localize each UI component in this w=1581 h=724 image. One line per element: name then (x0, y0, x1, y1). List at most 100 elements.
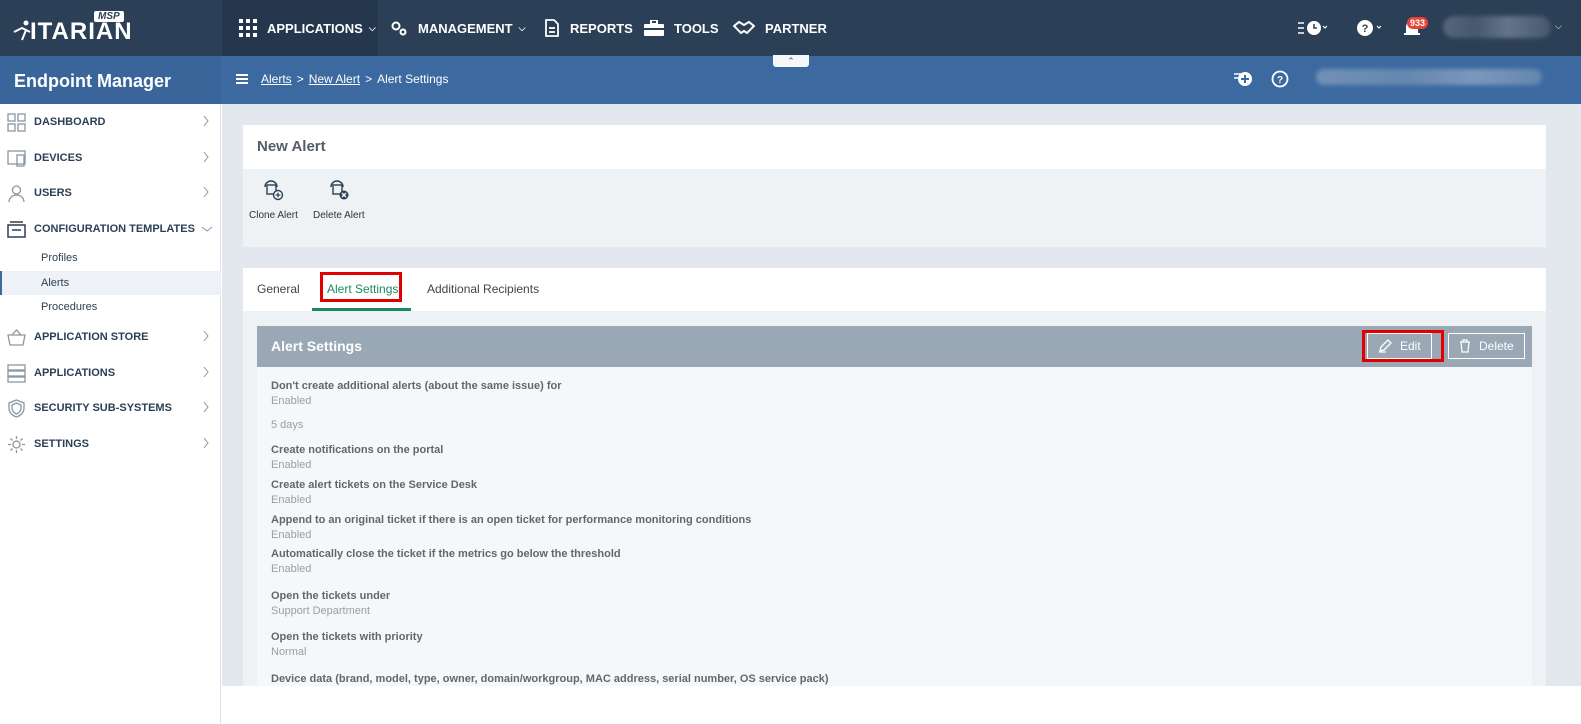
sidebar-item-dashboard[interactable]: DASHBOARD (0, 105, 221, 139)
active-tab-indicator (312, 308, 411, 311)
sidebar-subitem-profiles[interactable]: Profiles (0, 246, 221, 270)
breadcrumb-new-alert[interactable]: New Alert (309, 72, 360, 86)
notification-count-badge: 933 (1407, 17, 1429, 29)
sidebar-item-label: APPLICATION STORE (34, 331, 149, 343)
setting-row: Open the tickets with priority Normal (271, 631, 423, 658)
sidebar-subitem-label: Procedures (41, 301, 98, 313)
tab-general[interactable]: General (257, 282, 300, 296)
setting-label: Create notifications on the portal (271, 444, 444, 456)
setting-row: Append to an original ticket if there is… (271, 514, 751, 541)
chevron-right-icon (203, 186, 209, 198)
sidebar-subitem-procedures[interactable]: Procedures (0, 295, 221, 319)
nav-applications-label: APPLICATIONS (267, 20, 363, 36)
delete-button-label: Delete (1479, 339, 1514, 353)
trash-icon (1460, 339, 1470, 353)
highlight-box-edit (1362, 330, 1444, 362)
sidebar-item-label: SETTINGS (34, 438, 90, 450)
setting-value-duration: 5 days (271, 419, 304, 431)
collapse-header-button[interactable]: ⌃ (773, 55, 809, 67)
sidebar-item-label: SECURITY SUB-SYSTEMS (34, 402, 172, 414)
tab-additional-recipients[interactable]: Additional Recipients (427, 282, 539, 296)
breadcrumb: Alerts > New Alert > Alert Settings (236, 72, 448, 86)
sidebar-item-users[interactable]: USERS (0, 176, 221, 210)
setting-row: Device data (brand, model, type, owner, … (271, 673, 829, 685)
history-menu[interactable] (1298, 0, 1328, 56)
chevron-right-icon (203, 401, 209, 413)
setting-value: Enabled (271, 459, 312, 471)
clone-alert-button[interactable]: Clone Alert (249, 179, 298, 221)
tab-bar: General Alert Settings Additional Recipi… (243, 268, 1546, 311)
chevron-up-icon: ⌃ (787, 55, 795, 66)
server-icon (7, 364, 26, 383)
delete-button[interactable]: Delete (1448, 333, 1525, 359)
app-title: Endpoint Manager (14, 71, 171, 91)
nav-reports[interactable]: REPORTS (544, 0, 633, 56)
user-icon (8, 185, 25, 203)
chevron-right-icon (203, 366, 209, 378)
sidebar-subitem-label: Profiles (41, 252, 78, 264)
gears-icon (391, 21, 407, 36)
nav-tools[interactable]: TOOLS (644, 0, 719, 56)
sidebar-item-settings[interactable]: SETTINGS (0, 427, 221, 461)
sidebar-item-devices[interactable]: DEVICES (0, 141, 221, 175)
nav-reports-label: REPORTS (570, 20, 633, 36)
user-menu[interactable] (1443, 16, 1551, 38)
sidebar-item-label: USERS (34, 187, 72, 199)
sidebar-subitem-alerts[interactable]: Alerts (0, 271, 221, 295)
nav-partner-label: PARTNER (765, 20, 827, 36)
chevron-right-icon (203, 151, 209, 163)
setting-label: Open the tickets with priority (271, 631, 423, 643)
sidebar-item-application-store[interactable]: APPLICATION STORE (0, 320, 221, 354)
svg-text:?: ? (1362, 23, 1369, 35)
setting-row: Automatically close the ticket if the me… (271, 548, 621, 575)
logo-msp-badge: MSP (94, 11, 124, 22)
help-chat-icon[interactable]: ? (1271, 70, 1289, 88)
setting-value: Support Department (271, 605, 371, 617)
nav-partner[interactable]: PARTNER (733, 0, 827, 56)
page-bottom-area (222, 686, 1581, 724)
sidebar-item-label: DEVICES (34, 152, 83, 164)
sidebar-item-configuration-templates[interactable]: CONFIGURATION TEMPLATES (0, 212, 221, 246)
sidebar-item-security-sub-systems[interactable]: SECURITY SUB-SYSTEMS (0, 391, 221, 425)
setting-label: Create alert tickets on the Service Desk (271, 479, 478, 491)
basket-icon (7, 329, 26, 346)
dashboard-icon (7, 113, 26, 132)
handshake-icon (733, 20, 755, 35)
nav-applications[interactable]: APPLICATIONS ⌵ (239, 0, 376, 56)
document-icon (545, 19, 559, 37)
add-device-icon[interactable] (1233, 70, 1253, 88)
help-menu[interactable]: ? (1356, 0, 1386, 56)
chevron-down-icon: ⌵ (518, 22, 526, 33)
sidebar-subitem-label: Alerts (41, 277, 70, 289)
sidebar-item-label: APPLICATIONS (34, 367, 116, 379)
card-header: New Alert (243, 125, 1546, 169)
setting-row: Open the tickets under Support Departmen… (271, 590, 390, 617)
nav-management[interactable]: MANAGEMENT ⌵ (390, 0, 525, 56)
nav-tools-label: TOOLS (674, 20, 719, 36)
setting-value: Enabled (271, 529, 312, 541)
setting-row: Don't create additional alerts (about th… (271, 380, 562, 431)
grid-icon (239, 19, 257, 37)
history-clock-icon (1298, 21, 1328, 35)
delete-alert-button[interactable]: Delete Alert (313, 179, 365, 221)
sidebar-item-label: CONFIGURATION TEMPLATES (34, 223, 195, 235)
shield-icon (8, 399, 25, 418)
delete-alert-icon (330, 180, 349, 200)
clone-alert-label: Clone Alert (249, 210, 298, 221)
setting-value: Enabled (271, 494, 312, 506)
breadcrumb-alerts[interactable]: Alerts (261, 72, 292, 86)
setting-row: Create notifications on the portal Enabl… (271, 444, 443, 471)
account-email[interactable] (1316, 69, 1542, 85)
logo[interactable]: ITARIAN MSP (0, 0, 221, 56)
chevron-right-icon (203, 437, 209, 449)
hamburger-icon[interactable] (236, 74, 248, 84)
chevron-down-icon (201, 226, 213, 232)
delete-alert-label: Delete Alert (313, 210, 365, 221)
sidebar-item-applications[interactable]: APPLICATIONS (0, 356, 221, 390)
setting-label: Open the tickets under (271, 590, 391, 602)
setting-label: Device data (brand, model, type, owner, … (271, 673, 829, 685)
toolbox-icon (644, 20, 664, 36)
sidebar-item-label: DASHBOARD (34, 116, 106, 128)
gear-icon (8, 436, 25, 453)
chevron-right-icon (203, 115, 209, 127)
